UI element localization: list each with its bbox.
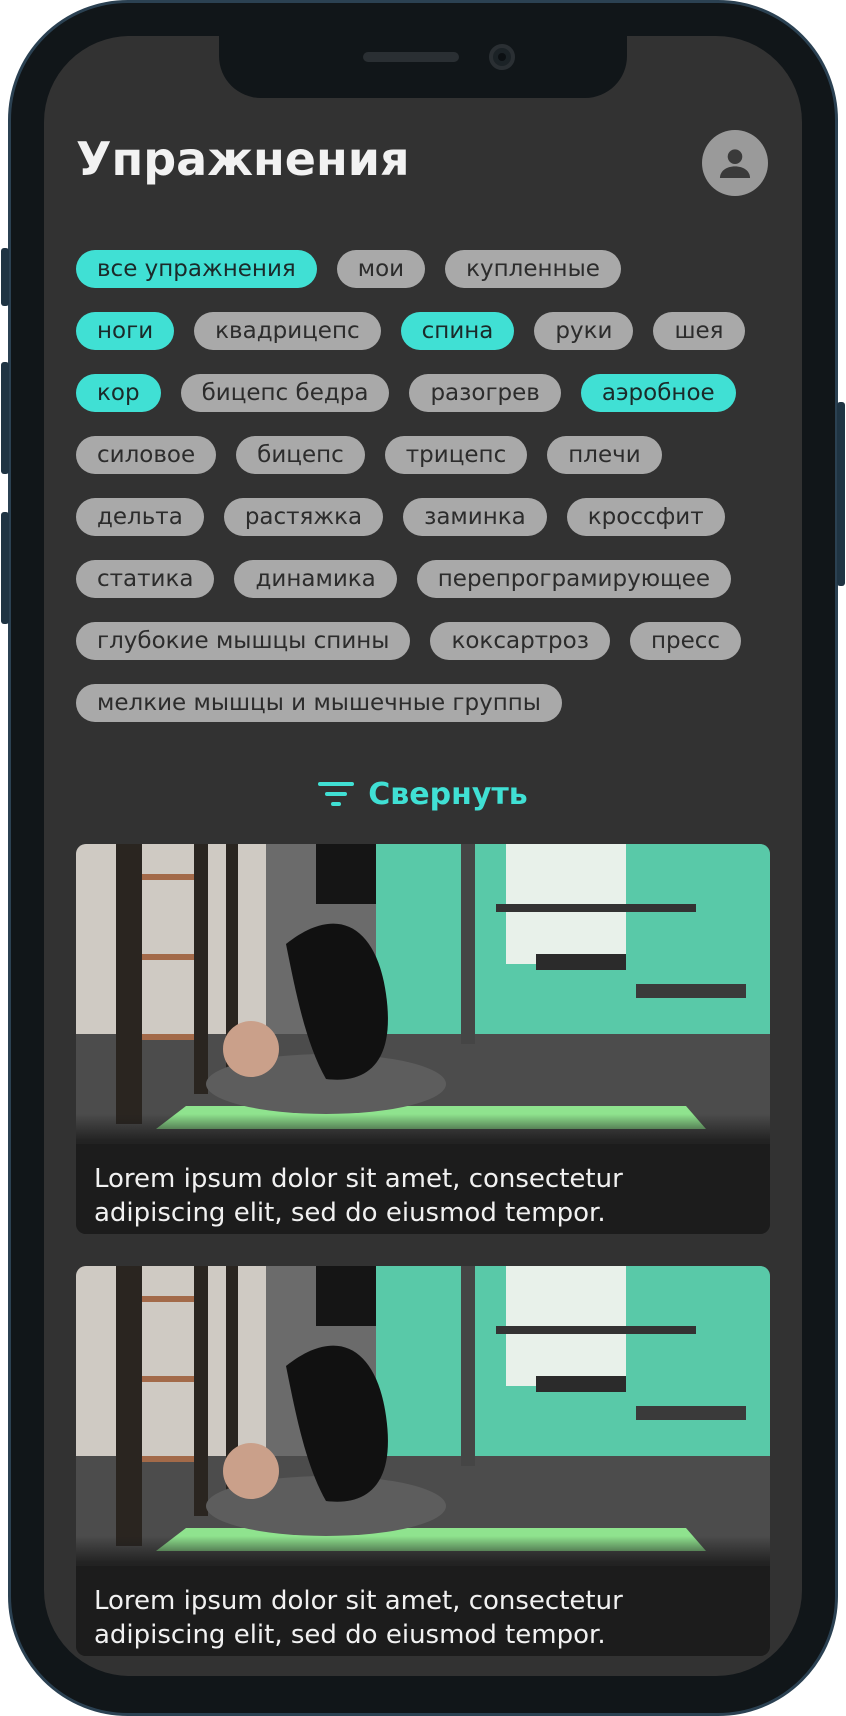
filter-chip[interactable]: пресс (629, 622, 742, 660)
exercise-card[interactable]: Lorem ipsum dolor sit amet, consectetur … (76, 1266, 770, 1656)
filter-row: силовое бицепс трицепс плечи (76, 436, 776, 474)
filter-chip[interactable]: разогрев (409, 374, 561, 412)
filter-row: мелкие мышцы и мышечные группы (76, 684, 776, 722)
exercise-video-thumbnail (76, 844, 770, 1144)
filter-row: кор бицепс бедра разогрев аэробное (76, 374, 776, 412)
filter-chip[interactable]: спина (400, 312, 515, 350)
filter-chip[interactable]: глубокие мышцы спины (76, 622, 411, 660)
filter-chip[interactable]: мелкие мышцы и мышечные группы (76, 684, 562, 722)
filter-row: ноги квадрицепс спина руки шея (76, 312, 776, 350)
card-description: Lorem ipsum dolor sit amet, consectetur … (94, 1164, 623, 1228)
filter-chips: все упражнения мои купленные ноги квадрицепс… (76, 250, 776, 746)
filter-chip[interactable]: ноги (76, 312, 175, 350)
filter-chip[interactable]: динамика (234, 560, 397, 598)
collapse-filters-label: Свернуть (368, 776, 528, 812)
filter-chip[interactable]: трицепс (384, 436, 528, 474)
page-title: Упражнения (76, 132, 410, 186)
filter-chip[interactable]: растяжка (223, 498, 384, 536)
exercise-video-thumbnail (76, 1266, 770, 1566)
filter-chip[interactable]: руки (534, 312, 634, 350)
filter-chip[interactable]: бицепс (236, 436, 365, 474)
exercise-card[interactable]: Lorem ipsum dolor sit amet, consectetur … (76, 844, 770, 1234)
phone-mute-switch (1, 248, 9, 306)
phone-volume-down (1, 512, 9, 624)
app-screen: Упражнения все упражнения мои купленные ног… (44, 36, 802, 1676)
filter-chip[interactable]: статика (76, 560, 215, 598)
filter-chip[interactable]: шея (653, 312, 745, 350)
filter-chip[interactable]: коксартроз (430, 622, 610, 660)
phone-power-button (837, 402, 845, 586)
filter-chip[interactable]: бицепс бедра (180, 374, 390, 412)
filter-chip[interactable]: аэробное (580, 374, 736, 412)
filter-row: все упражнения мои купленные (76, 250, 776, 288)
card-description: Lorem ipsum dolor sit amet, consectetur … (94, 1586, 623, 1650)
filter-chip[interactable]: мои (336, 250, 426, 288)
filter-chip[interactable]: силовое (76, 436, 217, 474)
filter-chip[interactable]: дельта (76, 498, 204, 536)
user-avatar-icon (719, 149, 751, 179)
filter-chip[interactable]: кор (76, 374, 161, 412)
speaker-grille (363, 52, 459, 62)
filter-chip[interactable]: плечи (547, 436, 662, 474)
front-camera (489, 44, 515, 70)
filter-chip[interactable]: заминка (403, 498, 547, 536)
filter-chip[interactable]: квадрицепс (194, 312, 381, 350)
filter-row: дельта растяжка заминка кроссфит (76, 498, 776, 536)
notch (219, 36, 627, 98)
filter-chip[interactable]: купленные (445, 250, 621, 288)
filter-row: статика динамика перепрограмирующее (76, 560, 776, 598)
filter-chip[interactable]: кроссфит (566, 498, 725, 536)
filter-chip[interactable]: все упражнения (76, 250, 317, 288)
profile-button[interactable] (702, 130, 768, 196)
filter-chip[interactable]: перепрограмирующее (416, 560, 732, 598)
collapse-filters-button[interactable]: Свернуть (44, 770, 802, 818)
phone-volume-up (1, 362, 9, 474)
filter-lines-icon (318, 782, 355, 806)
filter-row: глубокие мышцы спины коксартроз пресс (76, 622, 776, 660)
